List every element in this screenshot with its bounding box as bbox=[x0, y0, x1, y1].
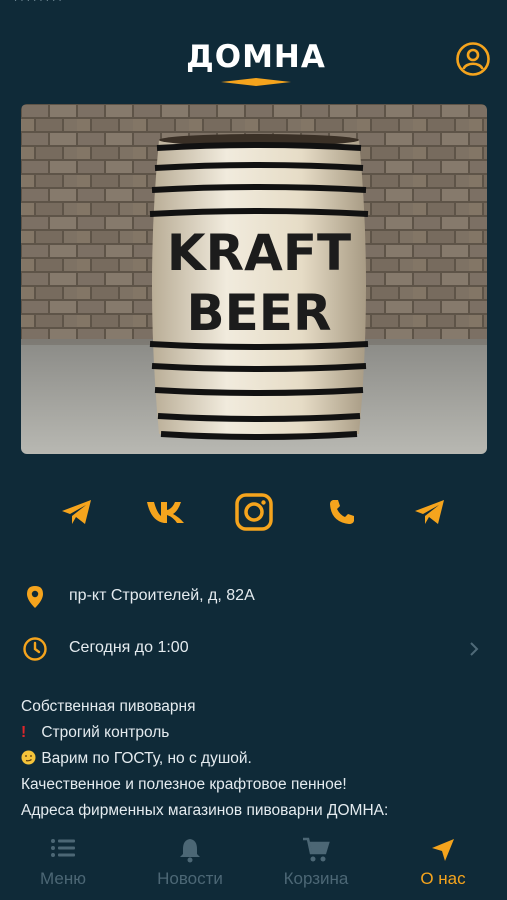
hours-row[interactable]: Сегодня до 1:00 bbox=[0, 628, 507, 668]
exclamation-icon: ! bbox=[21, 724, 27, 741]
desc-line-text: Варим по ГОСТу, но с душой. bbox=[41, 750, 252, 767]
desc-line: Качественное и полезное крафтовое пенное… bbox=[21, 776, 347, 793]
brand-name: ДОМНА bbox=[186, 39, 326, 75]
list-icon bbox=[51, 839, 75, 857]
desc-line: Собственная пивоварня bbox=[21, 698, 196, 715]
clock-icon bbox=[23, 637, 47, 661]
vk-icon[interactable] bbox=[142, 488, 190, 536]
tab-about-label: О нас bbox=[420, 869, 466, 888]
smirk-emoji-icon bbox=[21, 746, 37, 772]
desc-line: Адреса фирменных магазинов пивоварни ДОМ… bbox=[21, 802, 389, 819]
navigation-arrow-icon bbox=[432, 839, 454, 861]
tab-about[interactable]: О нас bbox=[380, 830, 506, 900]
address-text: пр-кт Строителей, д, 82А bbox=[69, 587, 255, 604]
cart-icon bbox=[303, 837, 330, 862]
tab-cart[interactable]: Корзина bbox=[253, 830, 379, 900]
about-description: Собственная пивоварня ! Строгий контроль… bbox=[21, 694, 491, 824]
logo-arrow-icon bbox=[221, 78, 291, 86]
instagram-icon[interactable] bbox=[230, 488, 278, 536]
chevron-right-icon bbox=[470, 642, 479, 656]
telegram-icon[interactable] bbox=[53, 488, 101, 536]
desc-line-text: Строгий контроль bbox=[41, 724, 170, 741]
tab-menu-label: Меню bbox=[40, 869, 86, 888]
bottom-tab-bar: Меню Новости Корзина О нас bbox=[0, 830, 507, 900]
brewery-photo: KRAFT BEER bbox=[21, 104, 487, 454]
status-bar: · · · · · · · · bbox=[14, 0, 62, 7]
location-pin-icon bbox=[27, 586, 43, 608]
user-circle-icon[interactable] bbox=[455, 41, 491, 77]
barrel-text-kraft: KRAFT bbox=[167, 224, 351, 282]
brand-logo: ДОМНА bbox=[181, 40, 331, 86]
social-links bbox=[0, 488, 507, 536]
phone-icon[interactable] bbox=[318, 488, 366, 536]
desc-line-3: Варим по ГОСТу, но с душой. bbox=[21, 746, 491, 772]
barrel-text-beer: BEER bbox=[187, 284, 332, 342]
hours-text: Сегодня до 1:00 bbox=[69, 639, 189, 656]
bell-icon bbox=[180, 839, 200, 863]
tab-menu[interactable]: Меню bbox=[0, 830, 126, 900]
address-row[interactable]: пр-кт Строителей, д, 82А bbox=[0, 576, 507, 616]
tab-cart-label: Корзина bbox=[283, 869, 349, 888]
telegram-icon[interactable] bbox=[406, 488, 454, 536]
tab-news-label: Новости bbox=[157, 869, 223, 888]
desc-line-2: ! Строгий контроль bbox=[21, 720, 491, 746]
tab-news[interactable]: Новости bbox=[127, 830, 253, 900]
app-header: ДОМНА bbox=[0, 30, 507, 90]
